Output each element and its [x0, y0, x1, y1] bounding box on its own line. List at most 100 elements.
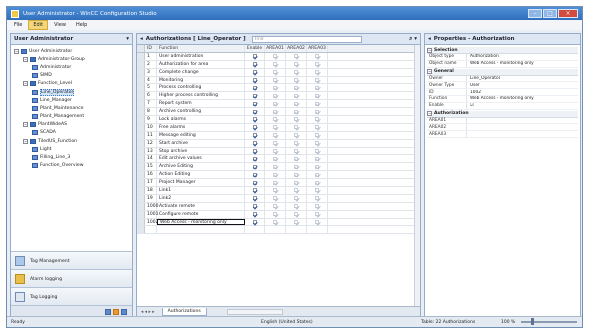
cell-function[interactable]: Monitoring — [157, 76, 245, 84]
table-row[interactable]: 19 Link2 — [137, 194, 420, 203]
search-input[interactable]: Find — [251, 35, 362, 43]
tree-node[interactable]: − Function_Level — [11, 80, 132, 88]
cell-function[interactable]: Message editing — [157, 131, 245, 139]
cell-function[interactable]: Edit archive values — [157, 155, 245, 163]
cell-function[interactable]: Action Editing — [157, 171, 245, 179]
area-checkbox[interactable] — [273, 101, 277, 106]
property-row[interactable]: Function Web Access - monitoring only — [427, 95, 578, 103]
property-row[interactable]: Object type Authorization — [427, 54, 578, 61]
zoom-knob[interactable] — [531, 318, 535, 325]
property-row[interactable]: ID 1002 — [427, 89, 578, 96]
table-row[interactable]: 2 Authorization for area — [137, 60, 420, 69]
row-selector[interactable] — [137, 210, 145, 218]
cell-function[interactable]: Web Access - monitoring only — [157, 218, 245, 226]
row-selector[interactable] — [137, 218, 145, 226]
property-value[interactable]: Authorization — [467, 54, 499, 59]
row-selector[interactable] — [137, 155, 145, 163]
area-checkbox[interactable] — [273, 204, 277, 209]
area-checkbox[interactable] — [273, 149, 277, 154]
area-checkbox[interactable] — [315, 62, 319, 67]
row-selector[interactable] — [137, 194, 145, 202]
property-row[interactable]: AREA03 — [427, 131, 578, 138]
area-checkbox[interactable] — [294, 149, 298, 154]
area-checkbox[interactable] — [273, 117, 277, 122]
pin-icon[interactable]: ▾ — [126, 36, 129, 42]
table-row[interactable]: 10 Free alarms — [137, 123, 420, 132]
area-checkbox[interactable] — [294, 212, 298, 217]
nav-small-icon[interactable] — [105, 308, 111, 315]
table-row[interactable]: 15 Archive Editing — [137, 163, 420, 172]
area-checkbox[interactable] — [294, 78, 298, 82]
area-checkbox[interactable] — [273, 109, 277, 114]
area-checkbox[interactable] — [273, 78, 277, 82]
horizontal-scrollbar[interactable] — [226, 309, 283, 315]
area-checkbox[interactable] — [273, 85, 277, 90]
property-row[interactable]: Owner Type User — [427, 82, 578, 90]
area-checkbox[interactable] — [273, 133, 277, 138]
enable-checkbox[interactable] — [252, 188, 257, 193]
enable-checkbox[interactable] — [252, 93, 257, 98]
row-selector[interactable] — [137, 76, 145, 84]
zoom-slider[interactable] — [521, 318, 578, 325]
property-row[interactable]: Owner Line_Operator — [427, 75, 578, 83]
area-checkbox[interactable] — [315, 212, 319, 217]
area-checkbox[interactable] — [315, 188, 319, 193]
row-selector[interactable] — [137, 187, 145, 194]
row-selector[interactable] — [137, 60, 145, 68]
cell-function[interactable]: Authorization for area — [157, 60, 245, 68]
table-row[interactable]: 16 Action Editing — [137, 171, 420, 180]
area-checkbox[interactable] — [315, 172, 319, 177]
col-function[interactable]: Function — [157, 45, 245, 52]
tree-node[interactable]: SCADA — [11, 129, 132, 137]
enable-checkbox[interactable] — [252, 133, 257, 138]
table-row[interactable]: 7 Report system — [137, 100, 420, 109]
tree-node[interactable]: − Administrator-Group — [11, 55, 132, 63]
cell-function[interactable]: Project Manager — [157, 179, 245, 187]
row-selector[interactable] — [137, 131, 145, 139]
table-row[interactable]: 17 Project Manager — [137, 179, 420, 188]
table-row[interactable]: 14 Edit archive values — [137, 155, 420, 164]
area-checkbox[interactable] — [294, 109, 298, 114]
menu-file[interactable]: File — [10, 21, 26, 29]
tree-node[interactable]: SIMD — [11, 72, 132, 80]
row-selector[interactable] — [137, 147, 145, 155]
menu-view[interactable]: View — [50, 21, 70, 29]
area-checkbox[interactable] — [315, 149, 319, 154]
area-checkbox[interactable] — [315, 204, 319, 209]
area-checkbox[interactable] — [315, 117, 319, 122]
area-checkbox[interactable] — [294, 180, 298, 185]
row-selector[interactable] — [137, 108, 145, 116]
table-row[interactable]: 9 Lock alarms — [137, 116, 420, 124]
table-row[interactable]: 6 Higher process controlling — [137, 92, 420, 101]
enable-checkbox[interactable] — [252, 156, 257, 161]
area-checkbox[interactable] — [294, 188, 298, 193]
area-checkbox[interactable] — [294, 204, 298, 209]
tab-nav-arrows[interactable]: ◂ ◂ ▸ ▸ — [141, 310, 155, 315]
minimize-button[interactable]: – — [528, 8, 542, 18]
col-area02[interactable]: AREA02 — [286, 45, 307, 52]
cell-function[interactable]: Complete change — [157, 68, 245, 76]
row-selector[interactable] — [137, 68, 145, 76]
cell-function[interactable]: Link1 — [157, 187, 245, 194]
area-checkbox[interactable] — [315, 85, 319, 90]
area-checkbox[interactable] — [273, 212, 277, 217]
nav-alarm-logging[interactable]: Alarm logging — [11, 269, 132, 288]
cell-function[interactable]: Start archive — [157, 139, 245, 147]
search-icon[interactable]: ⌕ ▾ — [409, 36, 417, 43]
cell-function[interactable]: User administration — [157, 52, 245, 60]
row-selector[interactable] — [137, 202, 145, 210]
area-checkbox[interactable] — [273, 141, 277, 146]
enable-checkbox[interactable] — [252, 70, 257, 75]
enable-checkbox[interactable] — [252, 180, 257, 185]
enable-checkbox[interactable] — [252, 85, 257, 90]
cell-function[interactable]: Higher process controlling — [157, 92, 245, 100]
row-selector[interactable] — [137, 139, 145, 147]
area-checkbox[interactable] — [294, 117, 298, 122]
cell-function[interactable]: Link2 — [157, 194, 245, 202]
area-checkbox[interactable] — [294, 172, 298, 177]
col-area01[interactable]: AREA01 — [265, 45, 286, 52]
pin-icon[interactable]: ◂ — [428, 36, 431, 42]
property-value[interactable]: Web Access - monitoring only — [467, 61, 534, 66]
area-checkbox[interactable] — [315, 70, 319, 75]
area-checkbox[interactable] — [315, 125, 319, 130]
